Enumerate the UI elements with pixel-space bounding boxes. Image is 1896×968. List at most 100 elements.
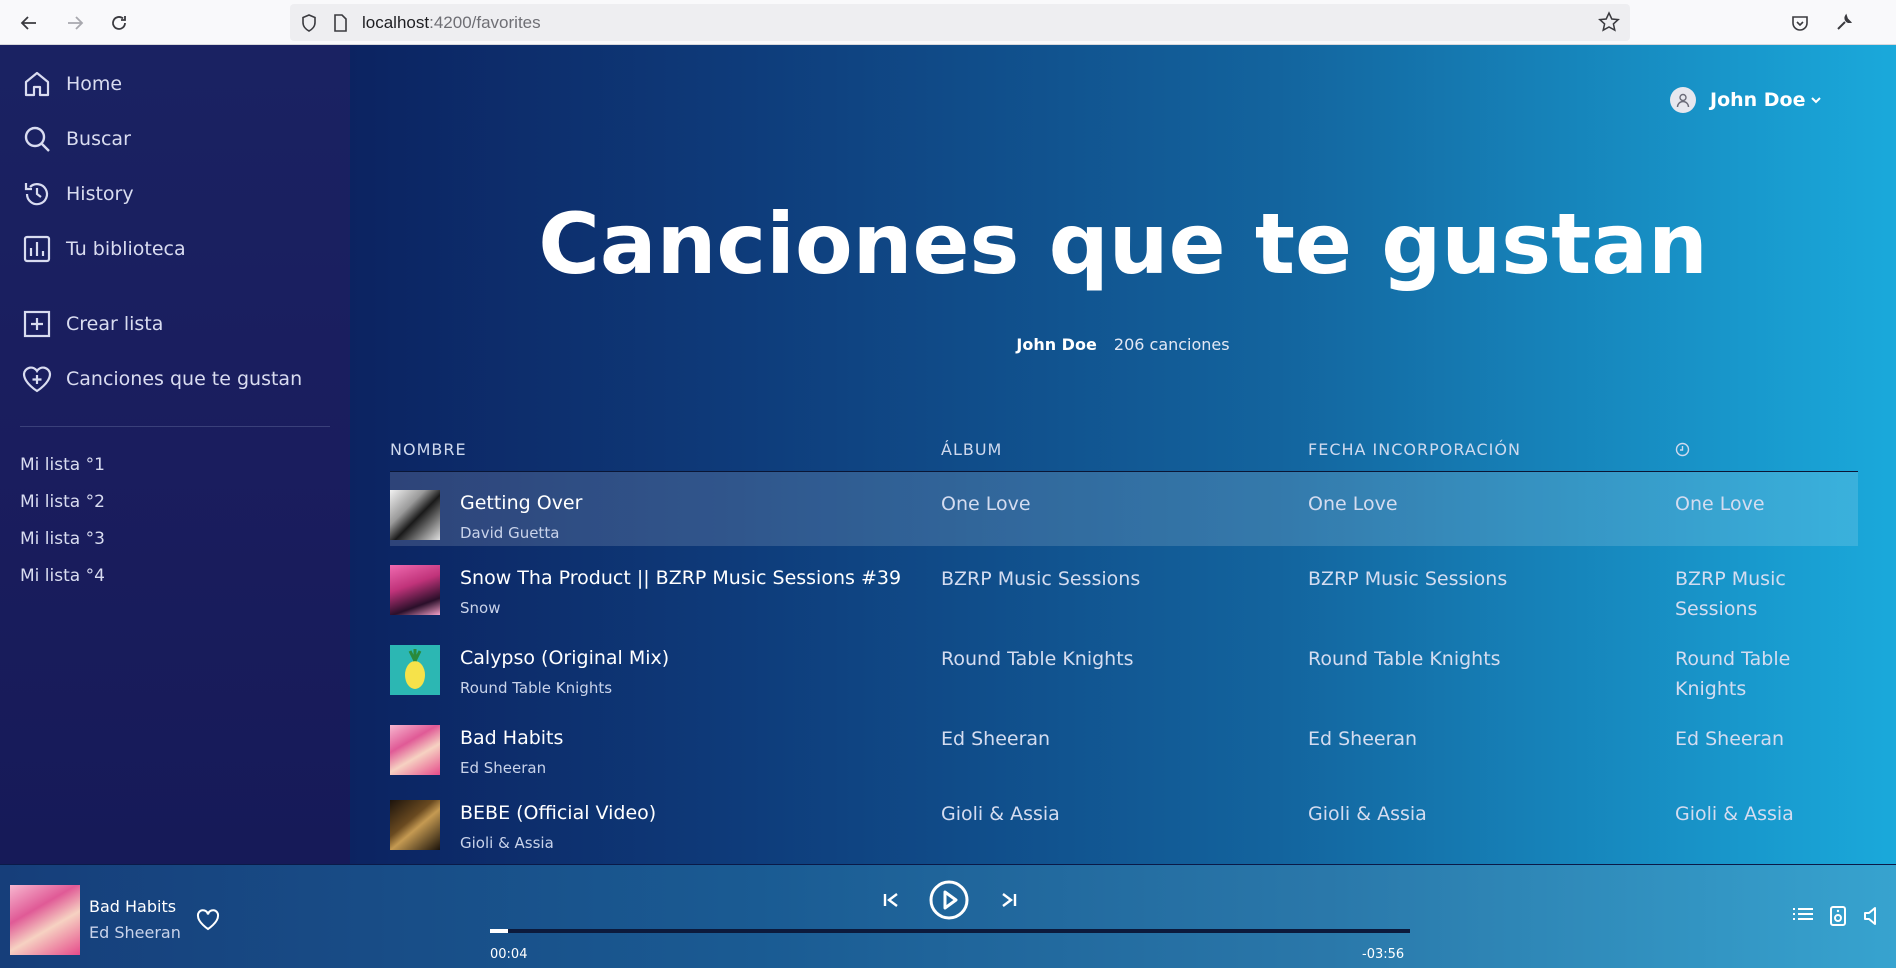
tools-button[interactable] (1827, 6, 1861, 40)
liked-songs-label: Canciones que te gustan (66, 368, 303, 390)
album-cell[interactable]: Round Table Knights (941, 644, 1134, 674)
song-title[interactable]: Snow Tha Product || BZRP Music Sessions … (460, 567, 901, 589)
date-cell: Round Table Knights (1308, 648, 1501, 670)
album-thumbnail (390, 725, 440, 775)
sidebar-item-label: Home (66, 73, 123, 95)
user-name: John Doe (1710, 89, 1806, 111)
liked-songs-link[interactable]: Canciones que te gustan (20, 362, 302, 396)
user-menu[interactable]: John Doe (1670, 87, 1822, 113)
browser-toolbar: localhost:4200/favorites (0, 0, 1896, 45)
date-cell: Gioli & Assia (1308, 803, 1427, 825)
heart-icon (196, 909, 220, 931)
volume-icon (1864, 907, 1876, 925)
volume-button[interactable] (1862, 905, 1882, 931)
playlist-item[interactable]: Mi lista °2 (20, 492, 105, 512)
heart-plus-icon (20, 362, 54, 396)
playlist-owner[interactable]: John Doe (1016, 335, 1096, 354)
back-button[interactable] (12, 6, 46, 40)
sidebar-divider (20, 426, 330, 427)
album-cell[interactable]: Gioli & Assia (941, 799, 1060, 829)
bookmark-star-icon[interactable] (1598, 11, 1620, 33)
song-title[interactable]: Calypso (Original Mix) (460, 647, 669, 669)
table-header: NOMBRE ÁLBUM FECHA INCORPORACIÓN (390, 440, 1858, 468)
sidebar-item-search[interactable]: Buscar (20, 122, 131, 156)
url-bar[interactable]: localhost:4200/favorites (290, 4, 1630, 41)
page-icon (334, 13, 347, 32)
devices-button[interactable] (1828, 905, 1848, 931)
queue-icon (1793, 908, 1813, 920)
duration-cell: Ed Sheeran (1675, 728, 1785, 750)
like-button[interactable] (196, 909, 220, 935)
table-row[interactable]: Getting Over David Guetta One Love One L… (390, 472, 1858, 546)
url-host: localhost (362, 12, 430, 32)
queue-button[interactable] (1791, 905, 1815, 929)
progress-fill (490, 929, 509, 933)
user-icon (1676, 93, 1690, 108)
song-title[interactable]: BEBE (Official Video) (460, 802, 656, 824)
album-thumbnail (390, 645, 440, 695)
duration-cell: Round Table Knights (1675, 648, 1791, 700)
app: Home Buscar History Tu biblioteca Crear … (0, 45, 1896, 968)
album-cell[interactable]: BZRP Music Sessions (941, 564, 1140, 594)
song-artist[interactable]: Ed Sheeran (460, 759, 546, 777)
progress-bar[interactable] (490, 929, 1410, 933)
date-cell: Ed Sheeran (1308, 728, 1418, 750)
library-icon (20, 232, 54, 266)
now-playing-artist[interactable]: Ed Sheeran (89, 923, 181, 942)
history-icon (20, 177, 54, 211)
chevron-down-icon (1810, 97, 1821, 104)
duration-cell: Gioli & Assia (1675, 803, 1794, 825)
now-playing-cover[interactable] (10, 885, 80, 955)
table-row[interactable]: Calypso (Original Mix) Round Table Knigh… (390, 627, 1858, 701)
next-button[interactable] (994, 885, 1024, 915)
table-row[interactable]: Snow Tha Product || BZRP Music Sessions … (390, 547, 1858, 621)
create-playlist-label: Crear lista (66, 313, 164, 335)
sidebar-item-home[interactable]: Home (20, 67, 122, 101)
sidebar-item-label: Buscar (66, 128, 131, 150)
shield-icon[interactable] (300, 13, 318, 33)
pocket-button[interactable] (1783, 6, 1817, 40)
playlist-item[interactable]: Mi lista °3 (20, 529, 105, 549)
page-title: Canciones que te gustan (538, 195, 1708, 293)
song-title[interactable]: Getting Over (460, 492, 582, 514)
song-artist[interactable]: Snow (460, 599, 500, 617)
sidebar-item-label: Tu biblioteca (66, 238, 186, 260)
song-artist[interactable]: David Guetta (460, 524, 559, 542)
column-header-name: NOMBRE (390, 440, 467, 459)
now-playing-title[interactable]: Bad Habits (89, 897, 176, 916)
skip-next-icon (1002, 893, 1017, 907)
playlist-item[interactable]: Mi lista °1 (20, 455, 105, 475)
playlist-item[interactable]: Mi lista °4 (20, 566, 105, 586)
wrench-icon (1837, 13, 1853, 30)
url-text[interactable]: localhost:4200/favorites (362, 13, 541, 33)
song-artist[interactable]: Round Table Knights (460, 679, 612, 697)
album-thumbnail (390, 800, 440, 850)
play-button[interactable] (928, 879, 970, 921)
play-icon (929, 880, 969, 920)
song-title[interactable]: Bad Habits (460, 727, 563, 749)
duration-cell: One Love (1675, 493, 1765, 515)
table-row[interactable]: Bad Habits Ed Sheeran Ed Sheeran Ed Shee… (390, 707, 1858, 781)
previous-button[interactable] (876, 885, 906, 915)
add-box-icon (20, 307, 54, 341)
sidebar-item-history[interactable]: History (20, 177, 134, 211)
table-row[interactable]: BEBE (Official Video) Gioli & Assia Giol… (390, 782, 1858, 856)
song-artist[interactable]: Gioli & Assia (460, 834, 554, 852)
clock-icon (1675, 442, 1690, 461)
forward-button[interactable] (58, 6, 92, 40)
create-playlist-button[interactable]: Crear lista (20, 307, 163, 341)
duration-cell: BZRP Music Sessions (1675, 568, 1786, 620)
remaining-time: -03:56 (1362, 947, 1405, 962)
reload-icon (112, 16, 126, 30)
elapsed-time: 00:04 (490, 947, 528, 962)
album-cell[interactable]: One Love (941, 489, 1031, 519)
date-cell: One Love (1308, 493, 1398, 515)
sidebar-item-library[interactable]: Tu biblioteca (20, 232, 186, 266)
column-header-album: ÁLBUM (941, 440, 1003, 459)
sidebar: Home Buscar History Tu biblioteca Crear … (0, 45, 350, 864)
song-count: 206 canciones (1113, 335, 1230, 354)
back-arrow-icon (20, 16, 36, 30)
album-cell[interactable]: Ed Sheeran (941, 724, 1050, 754)
column-header-date: FECHA INCORPORACIÓN (1308, 440, 1521, 459)
reload-button[interactable] (102, 6, 136, 40)
